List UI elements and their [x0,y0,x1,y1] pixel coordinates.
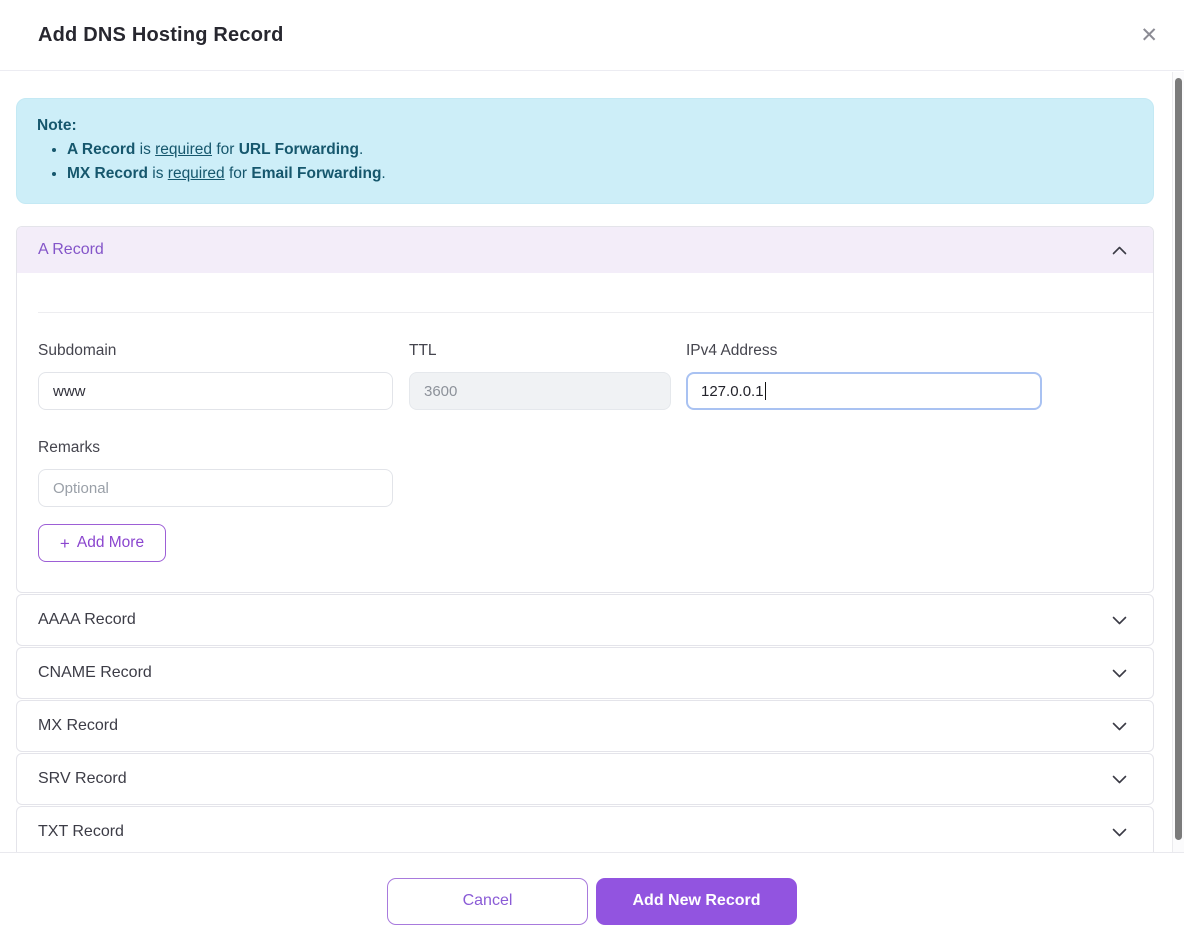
text-caret [765,382,766,400]
txt-record-panel: TXT Record [16,806,1154,858]
chevron-down-icon [1112,616,1127,625]
cname-record-header[interactable]: CNAME Record [17,648,1153,698]
chevron-down-icon [1112,775,1127,784]
plus-icon: + [60,535,70,552]
ttl-input [409,372,671,410]
a-record-header[interactable]: A Record [17,227,1153,273]
subdomain-label: Subdomain [38,342,393,360]
ipv4-address-input[interactable]: 127.0.0.1 [686,372,1042,410]
mx-record-title: MX Record [38,717,118,735]
srv-record-title: SRV Record [38,770,127,788]
chevron-down-icon [1112,722,1127,731]
a-record-body: Subdomain TTL IPv4 Address 127.0.0.1 [17,312,1153,592]
vertical-scrollbar[interactable] [1172,72,1184,852]
ttl-label: TTL [409,342,671,360]
a-record-panel: A Record Subdomain TTL IPv4 Address [16,226,1154,593]
subdomain-field-group: Subdomain [38,313,393,410]
cancel-button[interactable]: Cancel [387,878,588,925]
record-accordion: A Record Subdomain TTL IPv4 Address [16,226,1154,858]
ipv4-value: 127.0.0.1 [701,383,764,400]
remarks-label: Remarks [38,439,393,457]
srv-record-panel: SRV Record [16,753,1154,805]
a-record-title: A Record [38,241,104,259]
chevron-down-icon [1112,828,1127,837]
txt-record-header[interactable]: TXT Record [17,807,1153,857]
ttl-field-group: TTL [409,313,671,410]
ipv4-label: IPv4 Address [686,342,1042,360]
modal-title: Add DNS Hosting Record [38,24,284,47]
modal-body: Note: A Record is required for URL Forwa… [0,71,1184,858]
form-row-1: Subdomain TTL IPv4 Address 127.0.0.1 [38,313,1132,410]
remarks-input[interactable] [38,469,393,507]
aaaa-record-title: AAAA Record [38,611,136,629]
mx-record-panel: MX Record [16,700,1154,752]
add-new-record-button[interactable]: Add New Record [596,878,797,925]
remarks-field-group: Remarks [38,410,393,507]
form-row-2: Remarks [38,410,1132,507]
mx-record-header[interactable]: MX Record [17,701,1153,751]
srv-record-header[interactable]: SRV Record [17,754,1153,804]
chevron-up-icon [1112,246,1127,255]
add-more-label: Add More [77,534,144,552]
note-bullet-mx-record: MX Record is required for Email Forwardi… [67,162,1133,186]
note-list: A Record is required for URL Forwarding.… [37,138,1133,186]
scrollbar-thumb[interactable] [1175,78,1182,840]
modal-header: Add DNS Hosting Record ✕ [0,0,1184,71]
note-heading: Note: [37,114,1133,138]
chevron-down-icon [1112,669,1127,678]
close-icon[interactable]: ✕ [1136,21,1162,50]
cname-record-title: CNAME Record [38,664,152,682]
note-box: Note: A Record is required for URL Forwa… [16,98,1154,204]
subdomain-input[interactable] [38,372,393,410]
note-bullet-a-record: A Record is required for URL Forwarding. [67,138,1133,162]
add-more-button[interactable]: + Add More [38,524,166,562]
txt-record-title: TXT Record [38,823,124,841]
aaaa-record-panel: AAAA Record [16,594,1154,646]
cname-record-panel: CNAME Record [16,647,1154,699]
modal-footer: Cancel Add New Record [0,852,1184,949]
aaaa-record-header[interactable]: AAAA Record [17,595,1153,645]
ipv4-field-group: IPv4 Address 127.0.0.1 [686,313,1042,410]
